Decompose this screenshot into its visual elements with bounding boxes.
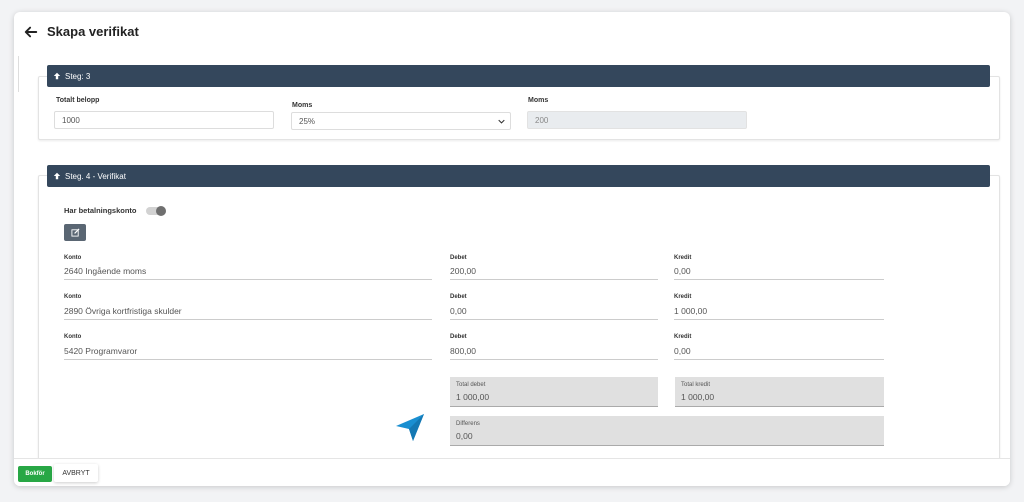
debet-underline	[450, 359, 658, 360]
total-debet-label: Total debet	[456, 382, 486, 388]
page-header: Skapa verifikat	[24, 24, 139, 39]
payment-account-label: Har betalningskonto	[64, 206, 137, 215]
konto-value[interactable]: 2640 Ingående moms	[64, 266, 146, 276]
moms-value: 200	[535, 115, 549, 125]
edit-icon	[70, 228, 80, 237]
total-kredit-label: Total kredit	[681, 382, 711, 388]
total-debet-value: 1 000,00	[456, 392, 490, 402]
moms-label: Moms	[528, 97, 549, 104]
debet-underline	[450, 319, 658, 320]
payment-account-toggle[interactable]	[146, 206, 166, 216]
kredit-value[interactable]: 0,00	[674, 346, 691, 356]
arrow-up-icon	[53, 172, 61, 180]
cursor-pointer-icon	[396, 414, 424, 441]
divider	[18, 56, 19, 92]
konto-underline	[64, 279, 432, 280]
differens-field: Differens 0,00	[450, 416, 884, 446]
toggle-knob	[156, 206, 166, 216]
cancel-button[interactable]: AVBRYT	[54, 464, 98, 482]
kredit-underline	[674, 359, 884, 360]
kredit-label: Kredit	[674, 255, 692, 261]
step3-title: Steg: 3	[65, 71, 91, 81]
kredit-underline	[674, 319, 884, 320]
konto-value[interactable]: 5420 Programvaror	[64, 346, 137, 356]
differens-label: Differens	[456, 421, 480, 427]
debet-label: Debet	[450, 334, 467, 340]
konto-underline	[64, 359, 432, 360]
step4-title: Steg. 4 - Verifikat	[65, 171, 126, 181]
kredit-label: Kredit	[674, 294, 692, 300]
kredit-value[interactable]: 1 000,00	[674, 306, 707, 316]
moms-select-value: 25%	[299, 116, 316, 126]
moms-select-label: Moms	[292, 102, 313, 109]
kredit-label: Kredit	[674, 334, 692, 340]
debet-label: Debet	[450, 294, 467, 300]
debet-label: Debet	[450, 255, 467, 261]
konto-underline	[64, 319, 432, 320]
page-title: Skapa verifikat	[47, 24, 139, 39]
konto-label: Konto	[64, 255, 82, 261]
total-amount-input[interactable]: 1000	[54, 111, 274, 129]
chevron-down-icon	[498, 119, 505, 124]
total-amount-value: 1000	[62, 115, 80, 125]
total-amount-label: Totalt belopp	[56, 97, 100, 104]
konto-label: Konto	[64, 294, 82, 300]
konto-value[interactable]: 2890 Övriga kortfristiga skulder	[64, 306, 182, 316]
arrow-up-icon	[53, 72, 61, 80]
differens-value: 0,00	[456, 431, 473, 441]
debet-value[interactable]: 800,00	[450, 346, 476, 356]
debet-value[interactable]: 0,00	[450, 306, 467, 316]
konto-label: Konto	[64, 334, 82, 340]
book-button[interactable]: Bokför	[18, 466, 52, 482]
arrow-left-icon[interactable]	[24, 25, 38, 39]
debet-value[interactable]: 200,00	[450, 266, 476, 276]
total-kredit-field: Total kredit 1 000,00	[675, 377, 884, 407]
kredit-value[interactable]: 0,00	[674, 266, 691, 276]
step4-header[interactable]: Steg. 4 - Verifikat	[47, 165, 990, 187]
edit-button[interactable]	[64, 224, 86, 241]
kredit-underline	[674, 279, 884, 280]
footer-bar: Bokför AVBRYT	[14, 458, 1010, 486]
total-kredit-value: 1 000,00	[681, 392, 715, 402]
moms-field: 200	[527, 111, 747, 129]
total-debet-field: Total debet 1 000,00	[450, 377, 658, 407]
step3-header[interactable]: Steg: 3	[47, 65, 990, 87]
moms-select[interactable]: 25%	[291, 112, 511, 130]
debet-underline	[450, 279, 658, 280]
app-window: Skapa verifikat Steg: 3 Totalt belopp 10…	[14, 12, 1010, 486]
